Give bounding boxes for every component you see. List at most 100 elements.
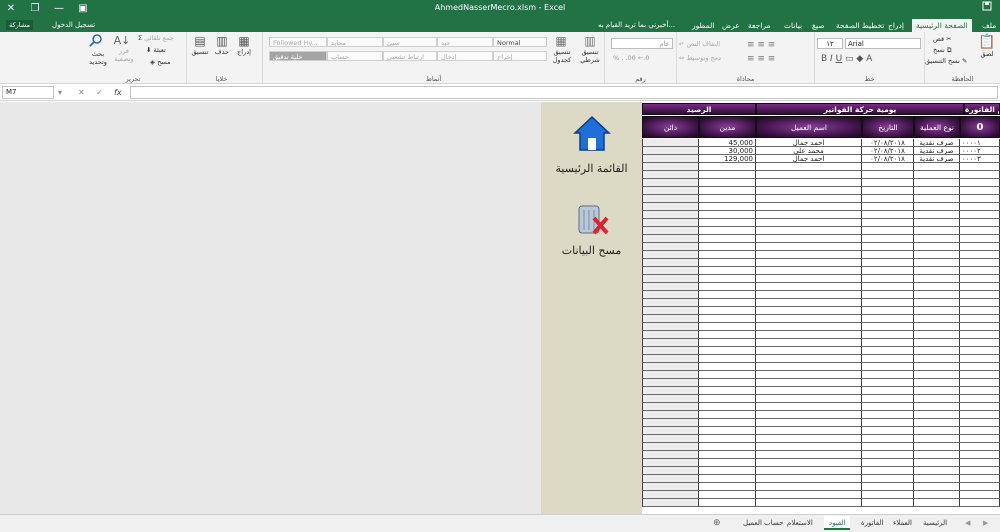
cell-row-number[interactable]: ٠٠٠٠٣ bbox=[960, 155, 1000, 163]
cell-client-name[interactable] bbox=[756, 219, 862, 227]
format-as-table-button[interactable]: ▦ تنسيق كجدول bbox=[549, 34, 573, 64]
cell-date[interactable]: ٠٢/٠٨/٢٠١٨ bbox=[862, 147, 914, 155]
cell-operation-type[interactable]: صرف نقدية bbox=[914, 139, 960, 147]
cell-debit[interactable] bbox=[699, 451, 756, 459]
cell-operation-type[interactable] bbox=[914, 163, 960, 171]
cell-row-number[interactable] bbox=[960, 163, 1000, 171]
cell-operation-type[interactable] bbox=[914, 491, 960, 499]
cell-row-number[interactable] bbox=[960, 371, 1000, 379]
cell-row-number[interactable] bbox=[960, 331, 1000, 339]
cell-operation-type[interactable] bbox=[914, 371, 960, 379]
cell-operation-type[interactable] bbox=[914, 187, 960, 195]
tab-data[interactable]: بيانات bbox=[780, 19, 806, 32]
enter-icon[interactable]: ✓ bbox=[96, 86, 103, 99]
cell-date[interactable] bbox=[862, 387, 914, 395]
cell-credit[interactable] bbox=[642, 179, 699, 187]
tab-file[interactable]: ملف bbox=[978, 19, 1000, 32]
cell-operation-type[interactable] bbox=[914, 291, 960, 299]
cell-operation-type[interactable] bbox=[914, 323, 960, 331]
cell-date[interactable] bbox=[862, 427, 914, 435]
cell-debit[interactable]: 129,000 bbox=[699, 155, 756, 163]
cell-row-number[interactable] bbox=[960, 323, 1000, 331]
clear-data-button[interactable]: مسح البيانات bbox=[541, 202, 642, 262]
cell-row-number[interactable] bbox=[960, 347, 1000, 355]
cell-debit[interactable] bbox=[699, 203, 756, 211]
cell-credit[interactable] bbox=[642, 331, 699, 339]
cell-client-name[interactable] bbox=[756, 427, 862, 435]
cell-debit[interactable] bbox=[699, 307, 756, 315]
cell-credit[interactable] bbox=[642, 339, 699, 347]
number-format-select[interactable]: عام bbox=[611, 38, 673, 49]
style-hyperlink[interactable]: ارتباط تشعبي bbox=[383, 51, 437, 61]
cell-date[interactable] bbox=[862, 347, 914, 355]
cell-operation-type[interactable] bbox=[914, 363, 960, 371]
cell-client-name[interactable] bbox=[756, 323, 862, 331]
cell-debit[interactable] bbox=[699, 291, 756, 299]
cell-credit[interactable] bbox=[642, 451, 699, 459]
cell-client-name[interactable] bbox=[756, 291, 862, 299]
cell-date[interactable] bbox=[862, 499, 914, 507]
cell-date[interactable] bbox=[862, 251, 914, 259]
cell-row-number[interactable] bbox=[960, 411, 1000, 419]
cell-client-name[interactable] bbox=[756, 435, 862, 443]
cell-operation-type[interactable] bbox=[914, 459, 960, 467]
cell-client-name[interactable] bbox=[756, 235, 862, 243]
cell-debit[interactable] bbox=[699, 211, 756, 219]
tab-page-layout[interactable]: تخطيط الصفحة bbox=[832, 19, 888, 32]
style-neutral[interactable]: محايد bbox=[327, 37, 383, 47]
cell-row-number[interactable] bbox=[960, 171, 1000, 179]
name-box[interactable]: M7 bbox=[2, 86, 54, 99]
style-followed-hyperlink[interactable]: Followed Hy... bbox=[269, 37, 327, 47]
cell-debit[interactable] bbox=[699, 355, 756, 363]
cell-date[interactable] bbox=[862, 331, 914, 339]
cell-debit[interactable] bbox=[699, 219, 756, 227]
cell-credit[interactable] bbox=[642, 211, 699, 219]
tab-home[interactable]: الصفحة الرئيسية bbox=[912, 19, 972, 32]
cell-date[interactable] bbox=[862, 163, 914, 171]
cell-row-number[interactable] bbox=[960, 491, 1000, 499]
cell-row-number[interactable] bbox=[960, 187, 1000, 195]
sheet-tab-clients[interactable]: العملاء bbox=[888, 516, 917, 530]
insert-cells-button[interactable]: ▦ إدراج bbox=[235, 34, 253, 56]
add-sheet-icon[interactable]: ⊕ bbox=[708, 516, 726, 530]
autosum-button[interactable]: Σ جمع تلقائي bbox=[138, 34, 174, 42]
cell-client-name[interactable] bbox=[756, 315, 862, 323]
cell-operation-type[interactable] bbox=[914, 211, 960, 219]
cell-debit[interactable] bbox=[699, 491, 756, 499]
cell-date[interactable] bbox=[862, 371, 914, 379]
cell-row-number[interactable] bbox=[960, 211, 1000, 219]
cell-client-name[interactable] bbox=[756, 339, 862, 347]
cell-client-name[interactable] bbox=[756, 203, 862, 211]
cell-row-number[interactable] bbox=[960, 291, 1000, 299]
cell-client-name[interactable] bbox=[756, 411, 862, 419]
cell-date[interactable] bbox=[862, 291, 914, 299]
cell-operation-type[interactable] bbox=[914, 403, 960, 411]
cell-debit[interactable] bbox=[699, 227, 756, 235]
cell-credit[interactable] bbox=[642, 347, 699, 355]
cell-row-number[interactable] bbox=[960, 363, 1000, 371]
cell-debit[interactable] bbox=[699, 179, 756, 187]
cell-operation-type[interactable] bbox=[914, 427, 960, 435]
sort-filter-button[interactable]: A↓ فرز وتصفية bbox=[110, 34, 134, 63]
cell-date[interactable] bbox=[862, 275, 914, 283]
cell-date[interactable] bbox=[862, 227, 914, 235]
cell-client-name[interactable] bbox=[756, 259, 862, 267]
cell-credit[interactable] bbox=[642, 491, 699, 499]
cell-date[interactable]: ٠٢/٠٨/٢٠١٨ bbox=[862, 139, 914, 147]
cell-credit[interactable] bbox=[642, 379, 699, 387]
cell-client-name[interactable] bbox=[756, 419, 862, 427]
cell-debit[interactable] bbox=[699, 259, 756, 267]
cell-date[interactable] bbox=[862, 171, 914, 179]
number-format-buttons[interactable]: % , .00 ←.0 bbox=[613, 54, 649, 62]
cell-debit[interactable] bbox=[699, 171, 756, 179]
cell-client-name[interactable] bbox=[756, 163, 862, 171]
cell-row-number[interactable] bbox=[960, 283, 1000, 291]
cancel-icon[interactable]: ✕ bbox=[78, 86, 85, 99]
cell-debit[interactable] bbox=[699, 235, 756, 243]
cell-client-name[interactable] bbox=[756, 267, 862, 275]
cell-credit[interactable] bbox=[642, 195, 699, 203]
cell-operation-type[interactable] bbox=[914, 451, 960, 459]
cell-client-name[interactable] bbox=[756, 387, 862, 395]
format-painter-button[interactable]: نسخ التنسيق ✎ bbox=[925, 57, 967, 65]
cell-debit[interactable] bbox=[699, 323, 756, 331]
